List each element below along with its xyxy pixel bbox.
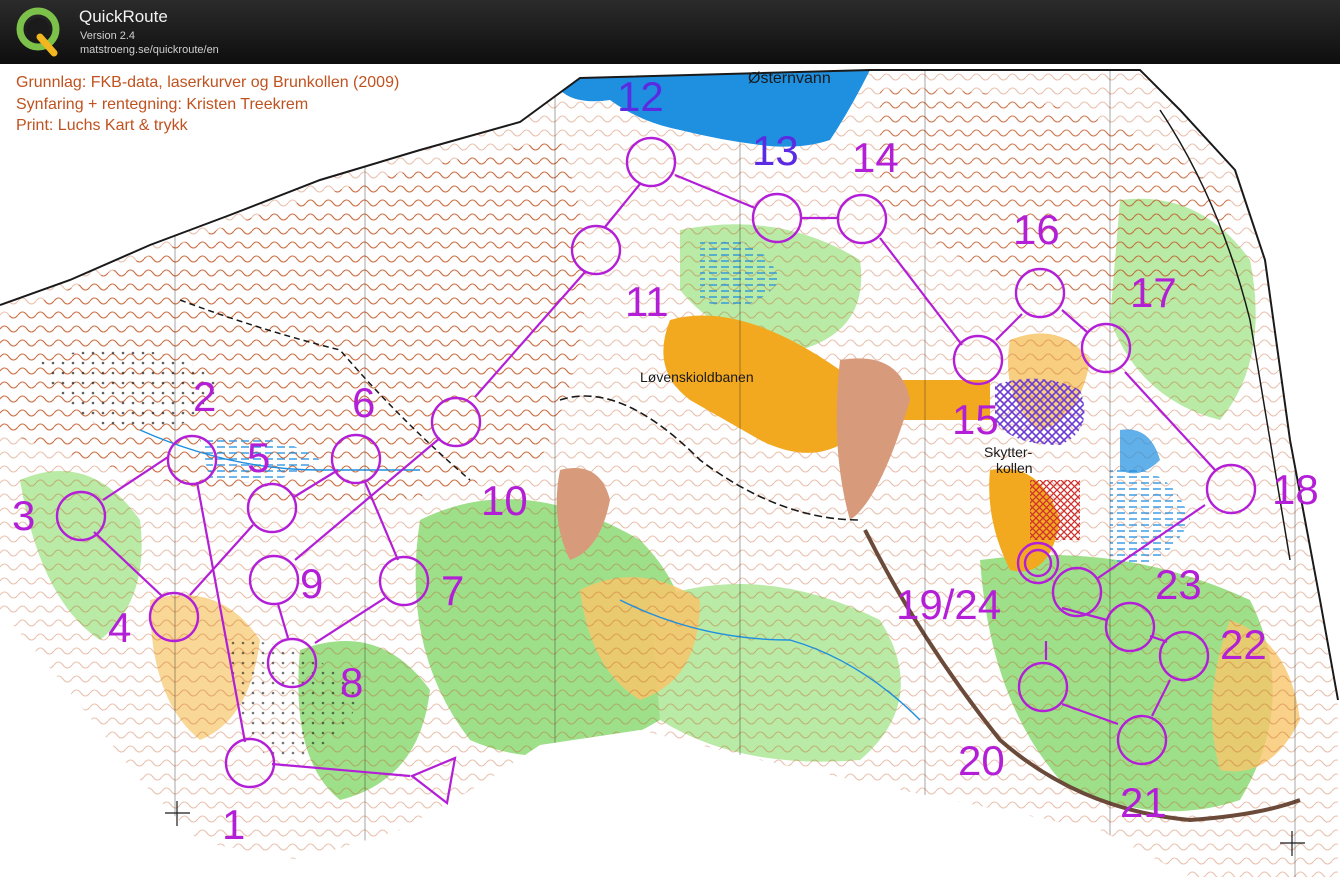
control-number-18: 18 bbox=[1272, 466, 1319, 513]
credit-line-survey: Synfaring + rentegning: Kristen Treekrem bbox=[16, 95, 309, 113]
control-number-7: 7 bbox=[441, 567, 465, 614]
lake-label: Østernvann bbox=[748, 70, 831, 87]
control-number-9: 9 bbox=[300, 560, 324, 607]
control-number-22: 22 bbox=[1220, 621, 1267, 668]
control-number-23: 23 bbox=[1155, 561, 1202, 608]
control-number-8: 8 bbox=[340, 659, 364, 706]
credit-line-print: Print: Luchs Kart & trykk bbox=[16, 117, 188, 134]
map-drawing bbox=[0, 69, 1339, 877]
map-credits: Grunnlag: FKB-data, laserkurver og Brunk… bbox=[16, 72, 399, 137]
control-number-15: 15 bbox=[952, 396, 999, 443]
credit-line-base: Grunnlag: FKB-data, laserkurver og Brunk… bbox=[16, 74, 400, 91]
app-version: Version 2.4 bbox=[80, 30, 136, 42]
control-number-14: 14 bbox=[852, 134, 899, 181]
control-number-19-24: 19/24 bbox=[896, 581, 1002, 628]
control-number-20: 20 bbox=[958, 737, 1005, 784]
orienteering-map[interactable]: Grunnlag: FKB-data, laserkurver og Brunk… bbox=[0, 64, 1340, 877]
control-number-1: 1 bbox=[222, 801, 246, 848]
control-number-5: 5 bbox=[247, 434, 271, 481]
control-number-6: 6 bbox=[352, 379, 376, 426]
app-url[interactable]: matstroeng.se/quickroute/en bbox=[80, 44, 219, 56]
hill-label-line1: Skytter- bbox=[984, 444, 1033, 460]
control-number-12: 12 bbox=[617, 73, 664, 120]
control-number-13: 13 bbox=[752, 127, 799, 174]
quickroute-logo bbox=[16, 7, 60, 57]
control-number-16: 16 bbox=[1013, 206, 1060, 253]
app-title: QuickRoute bbox=[79, 7, 168, 26]
control-number-21: 21 bbox=[1120, 779, 1167, 826]
title-bar: QuickRoute Version 2.4 matstroeng.se/qui… bbox=[0, 0, 1340, 64]
control-number-17: 17 bbox=[1130, 269, 1177, 316]
control-number-10: 10 bbox=[481, 477, 528, 524]
control-number-11: 11 bbox=[625, 278, 669, 325]
control-number-3: 3 bbox=[12, 492, 36, 539]
control-number-2: 2 bbox=[193, 373, 217, 420]
stadium-label: Løvenskioldbanen bbox=[640, 369, 754, 385]
hill-label-line2: kollen bbox=[996, 460, 1033, 476]
control-number-4: 4 bbox=[108, 604, 132, 651]
